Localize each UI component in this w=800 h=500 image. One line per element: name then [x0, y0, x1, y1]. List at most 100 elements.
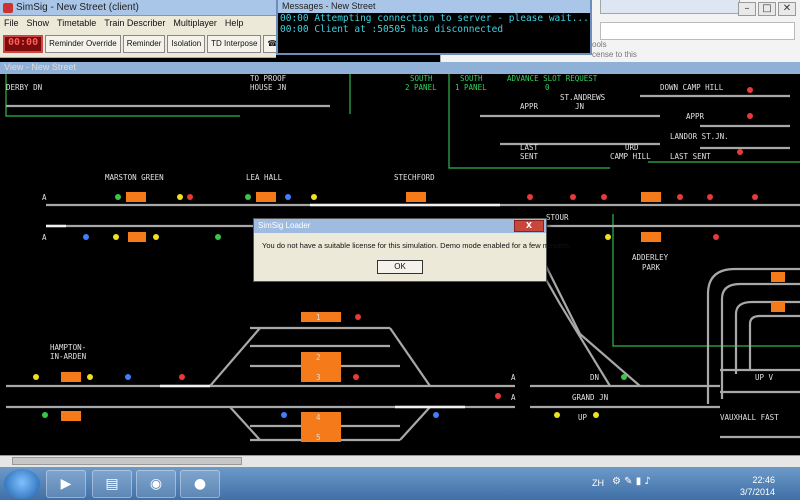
label-a: A [511, 393, 516, 402]
berth [128, 232, 146, 242]
label-last-sent: LAST SENT [670, 152, 711, 161]
media-player-icon[interactable]: ▶ [46, 470, 86, 498]
system-clock[interactable]: 22:46 3/7/2014 [740, 474, 775, 498]
berth [256, 192, 276, 202]
label-stour: STOUR [546, 213, 569, 222]
berth [771, 272, 785, 282]
view-window-title: View - New Street [0, 62, 800, 74]
berth [641, 232, 661, 242]
label-last: LAST [520, 143, 539, 152]
loader-dialog-title: SimSig Loader [254, 219, 546, 233]
signal-green [245, 194, 251, 200]
start-button[interactable] [4, 469, 40, 499]
signal-red [713, 234, 719, 240]
berth [61, 411, 81, 421]
menu-multiplayer[interactable]: Multiplayer [173, 18, 217, 29]
signal-yellow [113, 234, 119, 240]
station-lea-hall: LEA HALL [246, 173, 283, 182]
browser-text-line: cense to this [592, 50, 637, 59]
close-icon[interactable]: ✕ [778, 2, 796, 16]
signal-blue [433, 412, 439, 418]
messages-window-title: Messages - New Street [278, 0, 590, 13]
signal-blue [285, 194, 291, 200]
label-dn: DN [590, 373, 600, 382]
tray-icons[interactable]: ⚙ ✎ ▮ ♪ [612, 476, 651, 487]
track [748, 314, 800, 369]
menu-timetable[interactable]: Timetable [57, 18, 96, 29]
main-window-title: SimSig - New Street (client) [0, 0, 276, 16]
reminder-override-button[interactable]: Reminder Override [45, 35, 121, 53]
loader-dialog: SimSig Loader X You do not have a suitab… [253, 218, 571, 282]
isolation-button[interactable]: Isolation [167, 35, 206, 53]
menu-train-describer[interactable]: Train Describer [104, 18, 165, 29]
simsig-taskbar-icon[interactable]: ● [180, 470, 220, 498]
platform-3: 3 [316, 373, 321, 382]
signal-red [747, 87, 753, 93]
berth [61, 372, 81, 382]
label-a: A [42, 233, 47, 242]
label-appr: APPR [686, 112, 705, 121]
berth [771, 302, 785, 312]
browser-tab[interactable] [600, 0, 740, 14]
signal-red [179, 374, 185, 380]
track [229, 406, 261, 441]
signal-red [747, 113, 753, 119]
dialog-close-button[interactable]: X [514, 220, 544, 232]
label-a: A [511, 373, 516, 382]
file-explorer-icon[interactable]: ▤ [92, 470, 132, 498]
panel-borders [5, 74, 800, 347]
signal-yellow [554, 412, 560, 418]
label-to-proof: TO PROOF [250, 74, 287, 83]
minimize-icon[interactable]: – [738, 2, 756, 16]
signal-red [187, 194, 193, 200]
menu-file[interactable]: File [4, 18, 19, 29]
signal-yellow [153, 234, 159, 240]
menu-show[interactable]: Show [27, 18, 50, 29]
menu-help[interactable]: Help [225, 18, 244, 29]
signal-blue [125, 374, 131, 380]
station-hampton-in-arden-2: IN-ARDEN [50, 352, 87, 361]
signal-red [677, 194, 683, 200]
label-sent: SENT [520, 152, 539, 161]
berth [301, 412, 341, 442]
slot-request-count: 0 [545, 83, 550, 92]
signal-yellow [605, 234, 611, 240]
label-house-jn: HOUSE JN [250, 83, 287, 92]
label-a: A [42, 193, 47, 202]
browser-address-bar[interactable] [600, 22, 795, 40]
signal-yellow [177, 194, 183, 200]
berth [301, 312, 341, 322]
signal-red [353, 374, 359, 380]
station-stechford: STECHFORD [394, 173, 435, 182]
td-interpose-button[interactable]: TD Interpose [207, 35, 262, 53]
browser-page-text: ools cense to this [592, 40, 637, 60]
signal-green [621, 374, 627, 380]
signal-red [527, 194, 533, 200]
scrollbar-thumb[interactable] [12, 457, 242, 465]
station-hampton-in-arden: HAMPTON- [50, 343, 87, 352]
label-camp-hill: CAMP HILL [610, 152, 651, 161]
browser-text-line: ools [592, 40, 607, 49]
platform-5: 5 [316, 433, 321, 442]
label-1-panel: 1 PANEL [455, 83, 487, 92]
signal-yellow [311, 194, 317, 200]
signal-blue [281, 412, 287, 418]
label-derby-dn: DERBY DN [6, 83, 43, 92]
berth [406, 192, 426, 202]
signal-yellow [33, 374, 39, 380]
signal-red [752, 194, 758, 200]
maximize-icon[interactable]: □ [758, 2, 776, 16]
label-landor-st-jn: LANDOR ST.JN. [670, 132, 729, 141]
clock-time: 22:46 [752, 475, 776, 485]
label-advance-slot-request: ADVANCE SLOT REQUEST [507, 74, 598, 83]
language-indicator[interactable]: ZH [592, 478, 604, 488]
signal-red [355, 314, 361, 320]
chrome-icon[interactable]: ◉ [136, 470, 176, 498]
label-urd: URD [625, 143, 639, 152]
signal-red [570, 194, 576, 200]
label-down-camp-hill: DOWN CAMP HILL [660, 83, 724, 92]
messages-window: Messages - New Street 00:00 Attempting c… [276, 0, 592, 55]
ok-button[interactable]: OK [377, 260, 423, 274]
label-vauxhall-fast: VAUXHALL FAST [720, 413, 779, 422]
reminder-button[interactable]: Reminder [122, 35, 166, 53]
